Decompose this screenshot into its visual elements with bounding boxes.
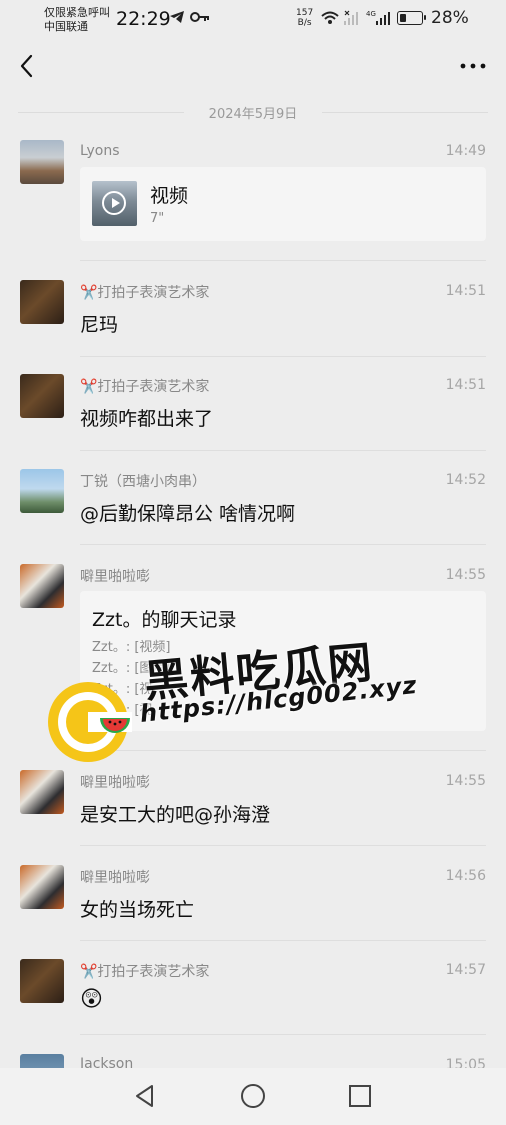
more-dots-icon[interactable]: [458, 54, 488, 78]
message-time: 14:51: [445, 283, 486, 299]
list-item[interactable]: 丁锐（西塘小肉串） 14:52 @后勤保障昂公 啥情况啊: [0, 469, 506, 549]
sim2-signal-icon: [376, 12, 390, 25]
divider: [80, 845, 486, 846]
divider: [80, 1034, 486, 1035]
avatar[interactable]: [20, 1054, 64, 1068]
chat-record-title: Zzt。的聊天记录: [92, 609, 237, 631]
sender-name: ✂️打拍子表演艺术家: [80, 379, 210, 395]
carrier-line-emergency: 仅限紧急呼叫: [44, 6, 110, 19]
telegram-icon: [170, 11, 184, 23]
message-time: 14:55: [445, 773, 486, 789]
message-time: 15:05: [445, 1057, 486, 1068]
avatar[interactable]: [20, 280, 64, 324]
avatar[interactable]: [20, 140, 64, 184]
divider: [80, 450, 486, 451]
avatar[interactable]: [20, 374, 64, 418]
sim1-signal-icon: [344, 10, 358, 25]
date-label: 2024年5月9日: [208, 107, 298, 122]
carrier-line-name: 中国联通: [44, 20, 88, 33]
divider: [80, 260, 486, 261]
circle-home-icon[interactable]: [239, 1082, 267, 1110]
video-duration: 7": [150, 211, 165, 226]
speed-value: 157: [296, 8, 314, 18]
wifi-icon: [321, 11, 339, 24]
status-bar: 仅限紧急呼叫 中国联通 22:29 157 B/s 4G 28%: [0, 0, 506, 40]
message-time: 14:56: [445, 868, 486, 884]
message-time: 14:52: [445, 472, 486, 488]
battery-percent: 28%: [431, 8, 469, 28]
triangle-back-icon[interactable]: [131, 1082, 159, 1110]
sender-name: Lyons: [80, 143, 120, 159]
emoji-message[interactable]: 😲: [80, 987, 103, 1012]
sender-name: 丁锐（西塘小肉串）: [80, 474, 206, 490]
sender-name: 噼里啪啦嘭: [80, 775, 150, 791]
play-icon: [102, 191, 126, 215]
message-text[interactable]: 是安工大的吧@孙海澄: [80, 800, 270, 827]
sender-name: 噼里啪啦嘭: [80, 569, 150, 585]
watermark: 黑料吃瓜网 https://hlcg002.xyz: [40, 637, 440, 770]
divider: [80, 544, 486, 545]
carrier-info: 仅限紧急呼叫 中国联通: [44, 6, 110, 34]
clock: 22:29: [116, 8, 171, 30]
sender-name: Jackson: [80, 1056, 134, 1068]
chevron-left-icon[interactable]: [14, 48, 42, 84]
square-recent-icon[interactable]: [346, 1082, 374, 1110]
message-time: 14:57: [445, 962, 486, 978]
avatar[interactable]: [20, 469, 64, 513]
list-item[interactable]: 噼里啪啦嘭 14:55 是安工大的吧@孙海澄: [0, 770, 506, 850]
divider: [80, 940, 486, 941]
list-item[interactable]: Lyons 14:49 视频 7": [0, 140, 506, 261]
avatar[interactable]: [20, 959, 64, 1003]
network-speed: 157 B/s: [296, 8, 313, 28]
list-item[interactable]: Jackson 15:05: [0, 1052, 506, 1068]
top-nav: [0, 40, 506, 96]
speed-unit: B/s: [297, 18, 312, 28]
battery-icon: [397, 11, 426, 25]
list-item[interactable]: 噼里啪啦嘭 14:56 女的当场死亡: [0, 865, 506, 945]
video-message[interactable]: 视频 7": [80, 167, 486, 241]
avatar[interactable]: [20, 865, 64, 909]
system-nav-bar: [0, 1068, 506, 1125]
message-text[interactable]: 尼玛: [80, 310, 118, 337]
message-time: 14:49: [445, 143, 486, 159]
list-item[interactable]: ✂️打拍子表演艺术家 14:57 😲: [0, 959, 506, 1039]
avatar[interactable]: [20, 770, 64, 814]
list-item[interactable]: ✂️打拍子表演艺术家 14:51 视频咋都出来了: [0, 374, 506, 454]
message-text[interactable]: @后勤保障昂公 啥情况啊: [80, 499, 295, 526]
message-text[interactable]: 女的当场死亡: [80, 895, 194, 922]
divider: [80, 356, 486, 357]
message-time: 14:55: [445, 567, 486, 583]
network-type: 4G: [366, 10, 376, 18]
sender-name: ✂️打拍子表演艺术家: [80, 285, 210, 301]
video-label: 视频: [150, 185, 189, 207]
message-text[interactable]: 视频咋都出来了: [80, 404, 213, 431]
list-item[interactable]: ✂️打拍子表演艺术家 14:51 尼玛: [0, 280, 506, 360]
signal-icons: 4G: [321, 10, 390, 25]
watermelon-logo-icon: [48, 682, 132, 762]
sender-name: ✂️打拍子表演艺术家: [80, 964, 210, 980]
avatar[interactable]: [20, 564, 64, 608]
sender-name: 噼里啪啦嘭: [80, 870, 150, 886]
message-time: 14:51: [445, 377, 486, 393]
video-thumbnail: [92, 181, 137, 226]
key-icon: [190, 12, 209, 22]
date-divider: 2024年5月9日: [18, 102, 488, 122]
